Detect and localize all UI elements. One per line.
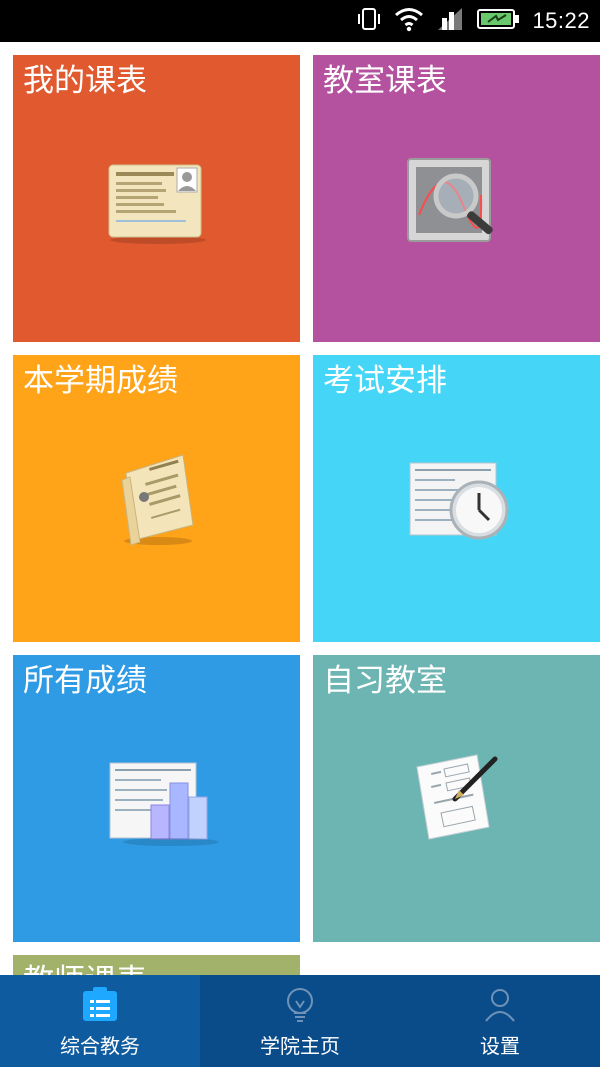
tile-my-schedule[interactable]: 我的课表 bbox=[13, 55, 300, 342]
vibrate-icon bbox=[356, 6, 382, 36]
list-clipboard-icon bbox=[80, 985, 120, 1029]
tile-all-grades[interactable]: 所有成绩 bbox=[13, 655, 300, 942]
nav-item-college-home[interactable]: 学院主页 bbox=[200, 975, 400, 1067]
nav-label: 学院主页 bbox=[260, 1034, 340, 1058]
document-file-icon bbox=[121, 454, 194, 546]
battery-icon bbox=[476, 7, 520, 35]
nav-label: 设置 bbox=[480, 1034, 520, 1058]
nav-item-settings[interactable]: 设置 bbox=[400, 975, 600, 1067]
magnifier-chart-icon bbox=[407, 158, 493, 242]
tile-classroom-schedule[interactable]: 教室课表 bbox=[313, 55, 600, 342]
status-time: 15:22 bbox=[532, 8, 590, 33]
student-card-icon bbox=[108, 164, 206, 244]
tile-exam-schedule[interactable]: 考试安排 bbox=[313, 355, 600, 642]
pen-form-icon bbox=[416, 754, 498, 840]
tile-semester-grades[interactable]: 本学期成绩 bbox=[13, 355, 300, 642]
person-icon bbox=[480, 985, 520, 1029]
status-icons: 15:22 bbox=[356, 0, 590, 42]
tile-study-room[interactable]: 自习教室 bbox=[313, 655, 600, 942]
status-bar: 15:22 bbox=[0, 0, 600, 42]
lightbulb-icon bbox=[280, 985, 320, 1029]
nav-item-academic[interactable]: 综合教务 bbox=[0, 975, 200, 1067]
signal-icon bbox=[436, 6, 464, 36]
bottom-nav: 综合教务 学院主页 设置 bbox=[0, 975, 600, 1067]
nav-label: 综合教务 bbox=[60, 1034, 140, 1058]
wifi-icon bbox=[394, 6, 424, 36]
clock-document-icon bbox=[409, 462, 509, 540]
bar-chart-document-icon bbox=[109, 762, 219, 846]
